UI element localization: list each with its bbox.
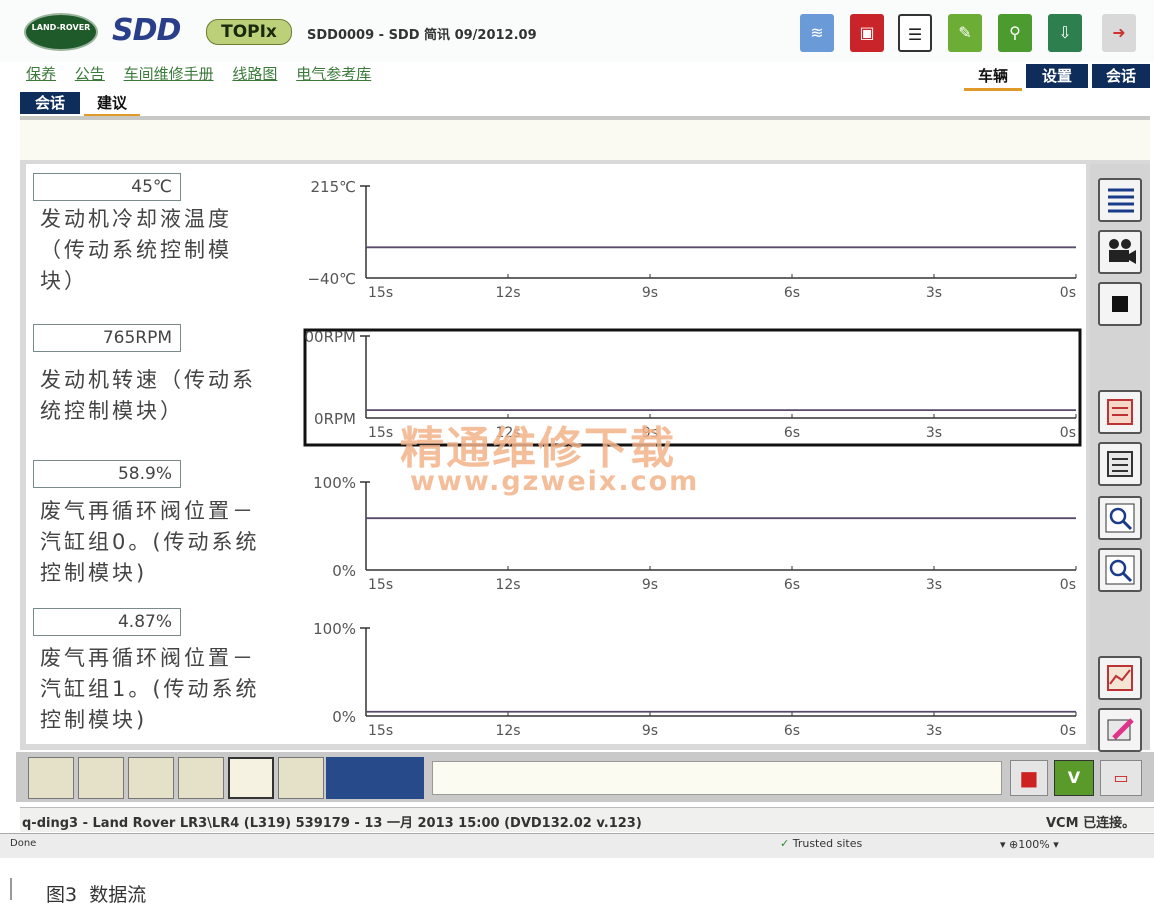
zoom-icon: ▾ ⊕ [1000, 838, 1019, 851]
x-tick-label: 9s [642, 285, 658, 301]
x-tick-label: 9s [642, 723, 658, 739]
datalogger-icon[interactable] [228, 757, 274, 799]
zoom-in-icon[interactable] [1098, 496, 1142, 540]
lock-icon[interactable]: ■ [1010, 760, 1048, 796]
diagnostics-tool-icon[interactable] [28, 757, 74, 799]
x-tick-label: 15s [368, 285, 393, 301]
x-tick-label: 0s [1060, 723, 1076, 739]
figure-caption: 图3 数据流 [46, 884, 147, 906]
security-zone: ✓ Trusted sites [780, 837, 863, 850]
x-tick-label: 0s [1060, 285, 1076, 301]
x-tick-label: 15s [368, 425, 393, 441]
x-tick-label: 12s [495, 285, 520, 301]
y-max-label: 00RPM [305, 328, 357, 346]
network-tool-icon[interactable] [178, 757, 224, 799]
check-icon: ✓ [780, 837, 793, 850]
y-min-label: 0% [332, 562, 356, 580]
x-tick-label: 12s [495, 577, 520, 593]
x-tick-label: 3s [926, 425, 942, 441]
x-tick-label: 6s [784, 577, 800, 593]
x-tick-label: 3s [926, 723, 942, 739]
y-min-label: −40℃ [307, 270, 356, 288]
x-tick-label: 0s [1060, 577, 1076, 593]
dtc-monitor-icon[interactable] [78, 757, 124, 799]
zoom-level[interactable]: ▾ ⊕100% ▾ [1000, 838, 1059, 851]
battery-icon: ▭ [1100, 760, 1142, 796]
export-icon[interactable] [1098, 390, 1142, 434]
list-icon[interactable] [1098, 178, 1142, 222]
module-tool-icon[interactable] [128, 757, 174, 799]
zoom-out-icon[interactable] [1098, 548, 1142, 592]
x-tick-label: 6s [784, 425, 800, 441]
x-tick-label: 3s [926, 285, 942, 301]
x-tick-label: 6s [784, 723, 800, 739]
browser-status-text: Done [10, 838, 37, 849]
vcm-status: VCM 已连接。 [1046, 816, 1136, 831]
vehicle-status: q-ding3 - Land Rover LR3\LR4 (L319) 5391… [22, 816, 642, 831]
caption-marker [10, 878, 12, 900]
x-tick-label: 15s [368, 723, 393, 739]
report-icon[interactable] [1098, 442, 1142, 486]
x-tick-label: 3s [926, 577, 942, 593]
x-tick-label: 0s [1060, 425, 1076, 441]
x-tick-label: 6s [784, 285, 800, 301]
voltage-icon: V [1054, 760, 1094, 796]
browser-status-bar [0, 833, 1154, 858]
x-tick-label: 12s [495, 723, 520, 739]
x-tick-label: 9s [642, 577, 658, 593]
y-max-label: 100% [313, 620, 356, 638]
y-max-label: 100% [313, 474, 356, 492]
progress-area [326, 757, 424, 799]
stop-icon[interactable] [1098, 282, 1142, 326]
y-max-label: 215℃ [311, 178, 356, 196]
graph-settings-icon[interactable] [1098, 656, 1142, 700]
watermark-url: www.gzweix.com [410, 466, 700, 497]
y-min-label: 0% [332, 708, 356, 726]
clear-icon[interactable] [1098, 708, 1142, 752]
record-camera-icon[interactable] [1098, 230, 1142, 274]
y-min-label: 0RPM [314, 410, 356, 428]
oscilloscope-icon[interactable] [278, 757, 324, 799]
figure-caption-area [0, 858, 1154, 908]
x-tick-label: 15s [368, 577, 393, 593]
message-field [432, 761, 1002, 795]
